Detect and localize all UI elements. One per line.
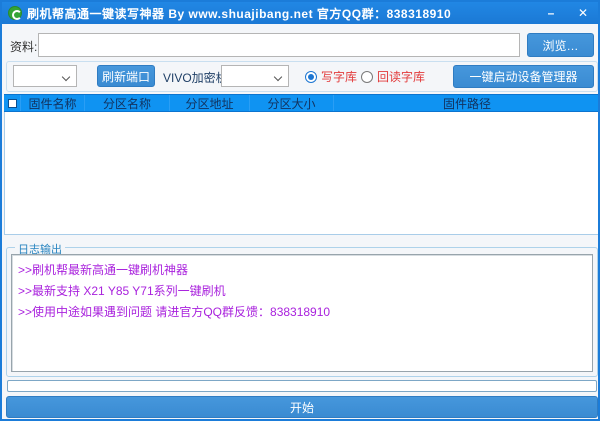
window-title: 刷机帮高通一键读写神器 By www.shuajibang.net 官方QQ群：… — [27, 5, 451, 22]
column-header-partition-address[interactable]: 分区地址 — [170, 95, 250, 111]
progress-bar — [7, 380, 597, 392]
file-label: 资料: — [10, 38, 37, 55]
log-line: >>使用中途如果遇到问题 请进官方QQ群反馈：838318910 — [18, 302, 586, 323]
chevron-down-icon — [274, 73, 282, 81]
radio-selected-icon — [305, 71, 317, 83]
firmware-table-header: 固件名称 分区名称 分区地址 分区大小 固件路径 — [4, 94, 600, 112]
radio-unselected-icon — [361, 71, 373, 83]
browse-button[interactable]: 浏览… — [527, 33, 594, 57]
app-window: 刷机帮高通一键读写神器 By www.shuajibang.net 官方QQ群：… — [0, 0, 600, 421]
vivo-model-select[interactable] — [221, 65, 289, 87]
column-header-partition-size[interactable]: 分区大小 — [250, 95, 334, 111]
column-header-firmware-name[interactable]: 固件名称 — [21, 95, 85, 111]
device-manager-button[interactable]: 一键启动设备管理器 — [453, 65, 594, 88]
toolbar-panel: 刷新端口 VIVO加密机型: 写字库 回读字库 一键启动设备管理器 — [6, 61, 598, 92]
firmware-table-body[interactable] — [4, 112, 600, 235]
refresh-port-button[interactable]: 刷新端口 — [97, 65, 155, 87]
radio-readback-label: 回读字库 — [377, 68, 425, 85]
start-button[interactable]: 开始 — [6, 396, 598, 418]
column-header-firmware-path[interactable]: 固件路径 — [334, 95, 600, 111]
checkbox-icon[interactable] — [8, 99, 17, 108]
minimize-button[interactable]: – — [540, 4, 562, 22]
log-line: >>最新支持 X21 Y85 Y71系列一键刷机 — [18, 281, 586, 302]
app-logo-icon — [8, 6, 22, 20]
close-button[interactable]: ✕ — [572, 4, 594, 22]
select-all-cell[interactable] — [4, 95, 21, 111]
chevron-down-icon — [62, 73, 70, 81]
log-groupbox: 日志输出 >>刷机帮最新高通一键刷机神器 >>最新支持 X21 Y85 Y71系… — [6, 247, 598, 377]
radio-write-firmware[interactable]: 写字库 — [305, 68, 357, 85]
port-select[interactable] — [13, 65, 77, 87]
file-path-input[interactable] — [38, 33, 520, 57]
log-line: >>刷机帮最新高通一键刷机神器 — [18, 260, 586, 281]
radio-write-label: 写字库 — [321, 68, 357, 85]
titlebar: 刷机帮高通一键读写神器 By www.shuajibang.net 官方QQ群：… — [2, 2, 598, 24]
firmware-table: 固件名称 分区名称 分区地址 分区大小 固件路径 — [4, 94, 600, 235]
radio-readback-firmware[interactable]: 回读字库 — [361, 68, 425, 85]
column-header-partition-name[interactable]: 分区名称 — [85, 95, 170, 111]
log-output[interactable]: >>刷机帮最新高通一键刷机神器 >>最新支持 X21 Y85 Y71系列一键刷机… — [11, 254, 593, 372]
